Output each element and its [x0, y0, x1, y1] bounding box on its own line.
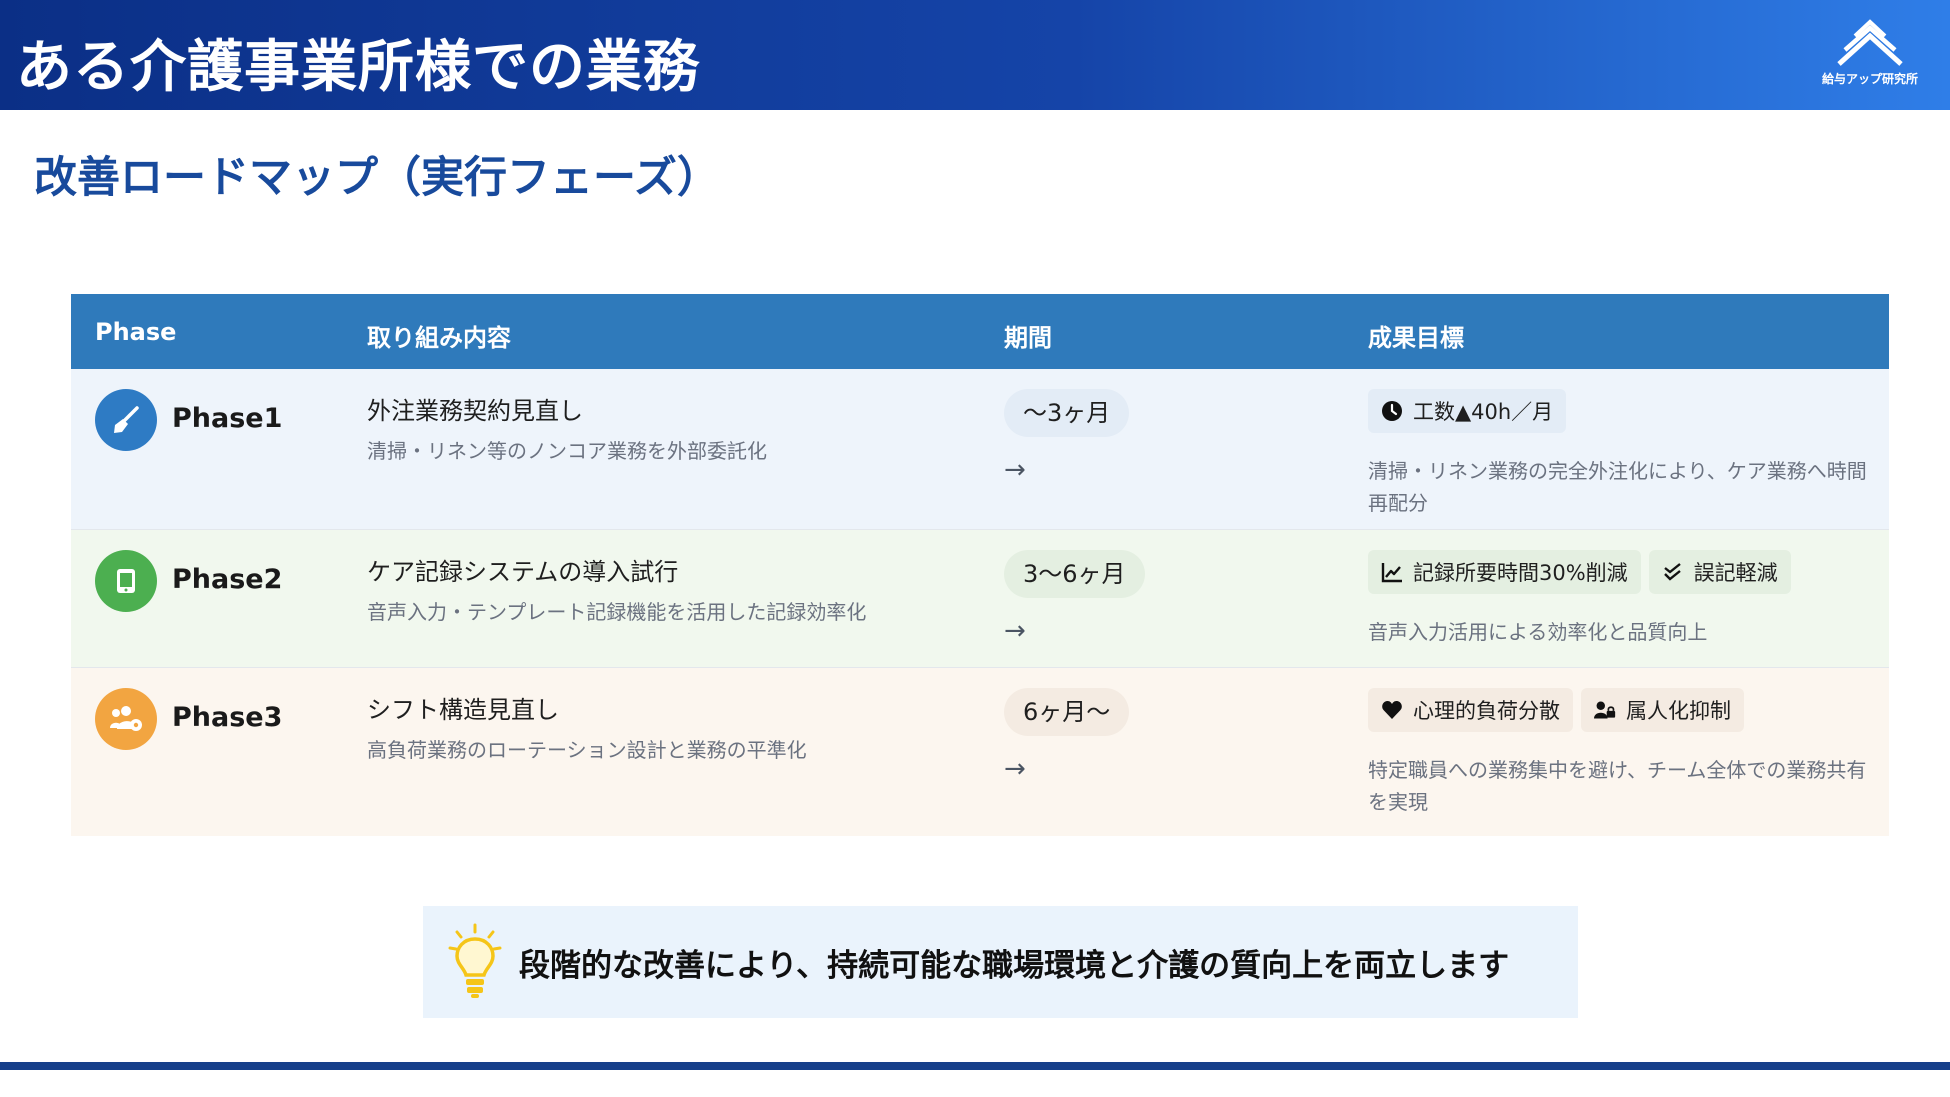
chart-line-icon [1381, 561, 1403, 583]
goal-tag: 属人化抑制 [1581, 688, 1744, 732]
clock-icon [1381, 400, 1403, 422]
arrow-right-icon: → [1004, 754, 1026, 784]
arrow-right-icon: → [1004, 455, 1026, 485]
task-title: 外注業務契約見直し [367, 397, 583, 425]
phase-icon-circle [95, 550, 157, 612]
check-icon [1662, 561, 1684, 583]
goal-tag-label: 属人化抑制 [1626, 699, 1731, 723]
goal-tag: 工数▲40h／月 [1368, 389, 1567, 433]
header-banner: ある介護事業所様での業務 給与アップ研究所 [0, 0, 1950, 110]
heart-icon [1381, 699, 1403, 721]
section-subtitle: 改善ロードマップ（実行フェーズ） [34, 153, 720, 203]
table-row: Phase2 ケア記録システムの導入試行 音声入力・テンプレート記録機能を活用し… [71, 530, 1889, 668]
phase-label: Phase2 [172, 564, 283, 595]
column-header-goal: 成果目標 [1368, 324, 1464, 352]
arrow-right-icon: → [1004, 616, 1026, 646]
task-title: ケア記録システムの導入試行 [367, 558, 679, 586]
summary-callout: 段階的な改善により、持続可能な職場環境と介護の質向上を両立します [423, 906, 1578, 1018]
column-header-period: 期間 [1004, 324, 1052, 352]
task-description: 音声入力・テンプレート記録機能を活用した記録効率化 [367, 600, 867, 624]
phase-icon-circle [95, 389, 157, 451]
goal-description: 清掃・リネン業務の完全外注化により、ケア業務へ時間再配分 [1368, 459, 1867, 515]
goal-tags: 心理的負荷分散 属人化抑制 [1368, 688, 1744, 732]
column-header-task: 取り組み内容 [367, 324, 511, 352]
goal-tag: 心理的負荷分散 [1368, 688, 1573, 732]
phase-label: Phase1 [172, 403, 283, 434]
goal-tag-label: 記録所要時間30%削減 [1413, 561, 1628, 585]
users-gear-icon [110, 706, 142, 731]
callout-text: 段階的な改善により、持続可能な職場環境と介護の質向上を両立します [519, 947, 1510, 984]
phase-icon-circle [95, 688, 157, 750]
task-description: 高負荷業務のローテーション設計と業務の平準化 [367, 738, 807, 762]
roadmap-table: Phase 取り組み内容 期間 成果目標 Phase1 外注業務契約見直し 清掃… [71, 294, 1889, 836]
goal-tag-label: 誤記軽減 [1693, 561, 1778, 585]
chevron-up-logo-icon [1837, 19, 1903, 66]
goal-tags: 工数▲40h／月 [1368, 389, 1567, 433]
user-lock-icon [1594, 699, 1616, 721]
broom-icon [114, 406, 139, 433]
table-header: Phase 取り組み内容 期間 成果目標 [71, 294, 1889, 369]
goal-tag-label: 工数▲40h／月 [1413, 400, 1554, 424]
period-badge: 6ヶ月〜 [1004, 688, 1130, 736]
page-title: ある介護事業所様での業務 [16, 35, 700, 100]
goal-description: 音声入力活用による効率化と品質向上 [1368, 620, 1708, 644]
period-badge: 〜3ヶ月 [1004, 389, 1130, 437]
bottom-bar [0, 1062, 1950, 1070]
column-header-phase: Phase [95, 318, 177, 346]
task-description: 清掃・リネン等のノンコア業務を外部委託化 [367, 439, 767, 463]
period-badge: 3〜6ヶ月 [1004, 550, 1145, 598]
goal-tag: 記録所要時間30%削減 [1368, 550, 1641, 594]
company-logo: 給与アップ研究所 [1810, 16, 1930, 96]
goal-tag: 誤記軽減 [1648, 550, 1791, 594]
phase-label: Phase3 [172, 702, 283, 733]
tablet-icon [117, 569, 135, 593]
table-row: Phase1 外注業務契約見直し 清掃・リネン等のノンコア業務を外部委託化 〜3… [71, 369, 1889, 530]
task-title: シフト構造見直し [367, 696, 559, 724]
goal-description: 特定職員への業務集中を避け、チーム全体での業務共有を実現 [1368, 758, 1867, 814]
goal-tag-label: 心理的負荷分散 [1413, 699, 1560, 723]
table-row: Phase3 シフト構造見直し 高負荷業務のローテーション設計と業務の平準化 6… [71, 668, 1889, 836]
lightbulb-icon [447, 923, 503, 1001]
goal-tags: 記録所要時間30%削減 誤記軽減 [1368, 550, 1791, 594]
logo-text: 給与アップ研究所 [1821, 72, 1918, 86]
